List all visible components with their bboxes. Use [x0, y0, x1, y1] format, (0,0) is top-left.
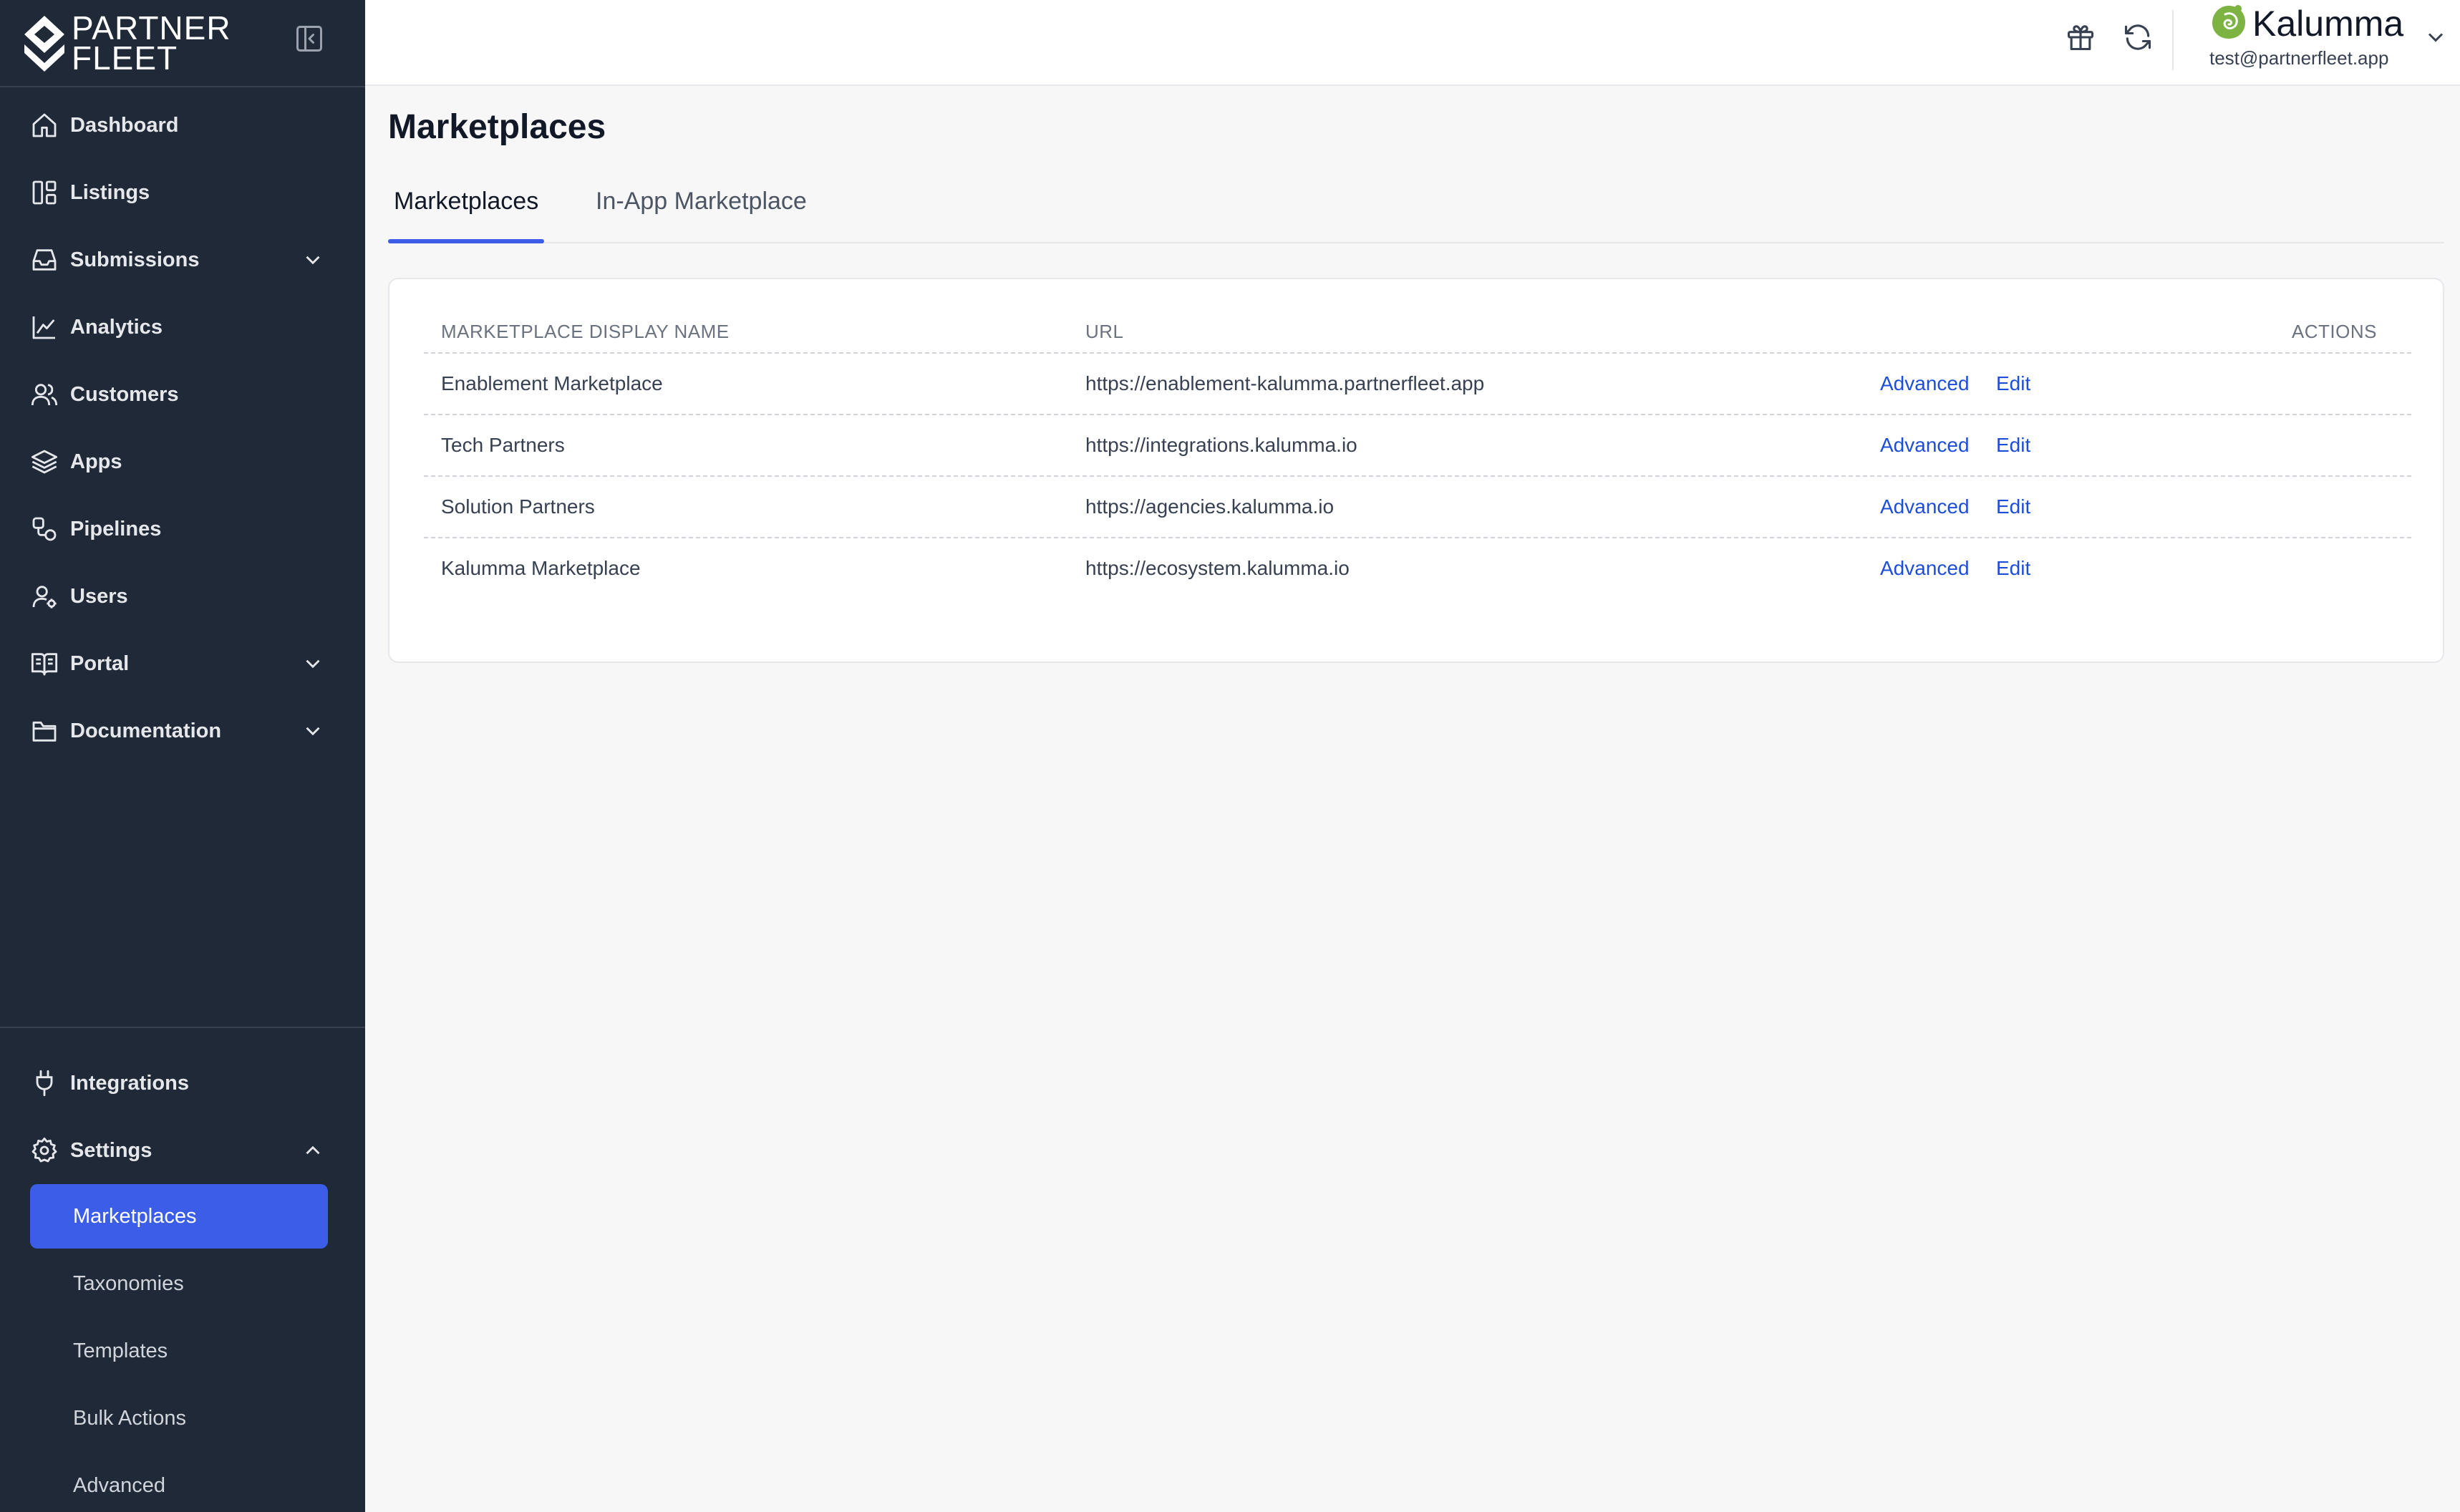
sidebar-bottom-nav: Integrations Settings Marketplaces Taxon…: [0, 1050, 365, 1512]
nav-label-dashboard: Dashboard: [70, 113, 179, 137]
settings-item-templates[interactable]: Templates: [30, 1319, 328, 1383]
nav-item-customers[interactable]: Customers: [0, 361, 365, 428]
brand-line-1: PARTNER: [72, 9, 231, 47]
marketplace-url: https://ecosystem.kalumma.io: [1085, 557, 1350, 579]
book-icon: [31, 653, 58, 676]
marketplace-name: Enablement Marketplace: [441, 372, 663, 394]
edit-link[interactable]: Edit: [1996, 372, 2030, 395]
collapse-sidebar-icon[interactable]: [294, 23, 325, 54]
nav-label-documentation: Documentation: [70, 719, 222, 742]
layers-icon: [31, 450, 58, 474]
table-row: Solution Partners https://agencies.kalum…: [424, 477, 2411, 538]
gear-icon: [32, 1137, 57, 1163]
kalumma-logo-icon[interactable]: [2208, 1, 2250, 43]
column-header-url: URL: [1085, 321, 1124, 342]
nav-item-portal[interactable]: Portal: [0, 630, 365, 697]
app-root: PARTNER FLEET Dashboard Listings Submiss…: [0, 0, 2460, 1512]
refresh-icon[interactable]: [2122, 21, 2154, 53]
partnerfleet-logo-icon: [24, 16, 64, 72]
marketplace-name: Solution Partners: [441, 495, 595, 518]
marketplace-url: https://agencies.kalumma.io: [1085, 495, 1335, 518]
pipeline-icon: [32, 517, 57, 541]
advanced-link[interactable]: Advanced: [1880, 495, 1970, 518]
nav-item-dashboard[interactable]: Dashboard: [0, 92, 365, 159]
home-icon: [32, 113, 57, 137]
nav-label-users: Users: [70, 584, 128, 608]
active-tab-indicator: [388, 239, 544, 243]
settings-item-marketplaces[interactable]: Marketplaces: [30, 1184, 328, 1249]
table-row: Tech Partners https://integrations.kalum…: [424, 415, 2411, 477]
edit-link[interactable]: Edit: [1996, 434, 2030, 457]
brand-logo[interactable]: PARTNER FLEET: [21, 7, 322, 79]
chevron-down-icon: [306, 256, 320, 265]
nav-label-portal: Portal: [70, 651, 130, 675]
nav-item-integrations[interactable]: Integrations: [0, 1050, 365, 1117]
table-row: Enablement Marketplace https://enablemen…: [424, 354, 2411, 415]
sidebar: PARTNER FLEET Dashboard Listings Submiss…: [0, 0, 365, 1512]
nav-label-submissions: Submissions: [70, 248, 200, 271]
edit-link[interactable]: Edit: [1996, 557, 2030, 580]
edit-link[interactable]: Edit: [1996, 495, 2030, 518]
plug-icon: [36, 1070, 53, 1097]
column-header-actions: ACTIONS: [2291, 321, 2377, 342]
sidebar-divider-bottom: [0, 1027, 365, 1028]
brand-wordmark: PARTNER FLEET: [72, 9, 231, 77]
tab-marketplaces[interactable]: Marketplaces: [394, 188, 538, 215]
top-bar: Kalumma test@partnerfleet.app: [365, 0, 2460, 86]
nav-label-pipelines: Pipelines: [70, 517, 162, 541]
users-icon: [31, 384, 58, 406]
topbar-divider: [2172, 10, 2174, 70]
nav-item-submissions[interactable]: Submissions: [0, 226, 365, 294]
folder-icon: [32, 721, 57, 742]
chevron-up-icon: [306, 1145, 320, 1155]
marketplace-name: Tech Partners: [441, 434, 565, 456]
nav-item-users[interactable]: Users: [0, 563, 365, 630]
inbox-icon: [32, 249, 57, 271]
main-nav: Dashboard Listings Submissions Analytics…: [0, 92, 365, 765]
account-chevron-down-icon[interactable]: [2423, 24, 2449, 50]
advanced-link[interactable]: Advanced: [1880, 372, 1970, 395]
user-email[interactable]: test@partnerfleet.app: [2209, 47, 2388, 69]
settings-item-advanced[interactable]: Advanced: [30, 1453, 328, 1512]
marketplace-url: https://enablement-kalumma.partnerfleet.…: [1085, 372, 1485, 394]
user-gear-icon: [32, 586, 57, 609]
settings-item-taxonomies[interactable]: Taxonomies: [30, 1251, 328, 1316]
advanced-link[interactable]: Advanced: [1880, 434, 1970, 457]
nav-item-settings[interactable]: Settings: [0, 1117, 365, 1184]
nav-item-listings[interactable]: Listings: [0, 159, 365, 226]
page-title: Marketplaces: [388, 108, 606, 146]
nav-item-pipelines[interactable]: Pipelines: [0, 495, 365, 563]
chevron-down-icon: [306, 659, 320, 669]
chart-line-icon: [32, 316, 55, 339]
marketplace-name: Kalumma Marketplace: [441, 557, 641, 579]
marketplace-url: https://integrations.kalumma.io: [1085, 434, 1357, 456]
nav-label-apps: Apps: [70, 450, 122, 473]
chevron-down-icon: [306, 727, 320, 736]
layout-icon: [32, 180, 57, 205]
sidebar-divider-top: [0, 86, 365, 87]
advanced-link[interactable]: Advanced: [1880, 557, 1970, 580]
nav-label-listings: Listings: [70, 180, 150, 204]
tab-in-app-marketplace[interactable]: In-App Marketplace: [596, 188, 807, 215]
nav-label-integrations: Integrations: [70, 1071, 189, 1095]
marketplaces-card: MARKETPLACE DISPLAY NAME URL ACTIONS Ena…: [388, 278, 2444, 663]
nav-label-customers: Customers: [70, 382, 179, 406]
gift-icon[interactable]: [2065, 21, 2096, 53]
nav-label-analytics: Analytics: [70, 315, 163, 339]
table-row: Kalumma Marketplace https://ecosystem.ka…: [424, 538, 2411, 600]
nav-item-documentation[interactable]: Documentation: [0, 697, 365, 765]
nav-label-settings: Settings: [70, 1138, 152, 1162]
company-name[interactable]: Kalumma: [2252, 3, 2403, 44]
nav-item-analytics[interactable]: Analytics: [0, 294, 365, 361]
table-header: MARKETPLACE DISPLAY NAME URL ACTIONS: [424, 315, 2411, 354]
tab-bar: Marketplaces In-App Marketplace: [388, 166, 2444, 243]
settings-item-bulk-actions[interactable]: Bulk Actions: [30, 1386, 328, 1450]
column-header-name: MARKETPLACE DISPLAY NAME: [441, 321, 730, 342]
marketplaces-table: MARKETPLACE DISPLAY NAME URL ACTIONS Ena…: [424, 315, 2411, 600]
brand-line-2: FLEET: [72, 39, 178, 77]
nav-item-apps[interactable]: Apps: [0, 428, 365, 495]
